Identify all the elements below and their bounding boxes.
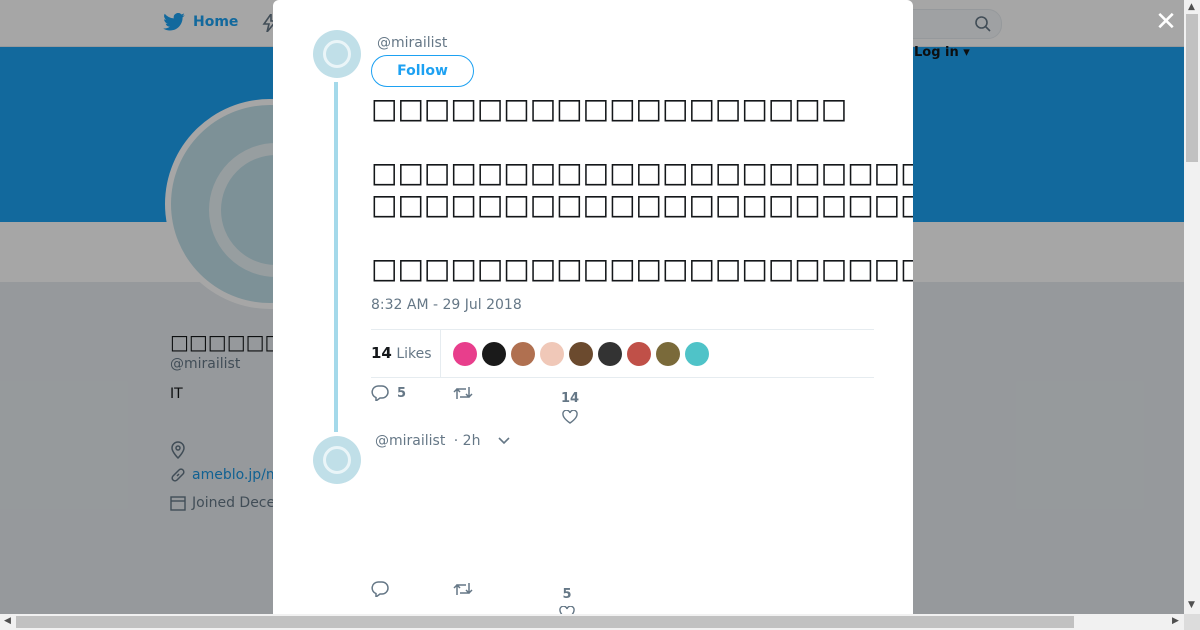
horizontal-scroll-thumb[interactable] [16,616,1074,628]
tweet-author-avatar[interactable] [313,30,361,78]
reply-count: 5 [397,385,407,401]
scrollbar-corner [1184,614,1200,630]
follow-button[interactable]: Follow [371,55,474,87]
liker-avatar[interactable] [453,342,477,366]
reply-age[interactable]: · 2h [454,433,481,449]
liker-avatar[interactable] [569,342,593,366]
liker-avatar[interactable] [685,342,709,366]
reply-like-action[interactable]: 5 [559,587,575,614]
scroll-right-icon[interactable]: ▶ [1172,616,1179,626]
vertical-scrollbar[interactable]: ▲ ▼ [1184,0,1200,614]
liker-avatar[interactable] [656,342,680,366]
tweet-author-handle[interactable]: @mirailist [377,35,447,51]
liker-avatar[interactable] [540,342,564,366]
retweet-action[interactable] [453,385,473,401]
scroll-down-icon[interactable]: ▼ [1188,600,1195,610]
like-action[interactable]: 14 [561,391,579,424]
like-count: 14 [561,391,580,406]
thread-line [334,82,338,432]
horizontal-scrollbar[interactable]: ◀ ▶ [0,614,1184,630]
liker-avatar[interactable] [511,342,535,366]
stats-divider [440,330,441,377]
retweet-icon [453,387,473,399]
reply-like-count: 5 [562,587,572,602]
reply-icon [371,385,389,401]
likes-label: Likes [396,346,432,362]
reply-header: @mirailist · 2h [375,433,511,449]
likes-stat[interactable]: 14 Likes [371,344,432,362]
tweet-timestamp[interactable]: 8:32 AM - 29 Jul 2018 [371,297,522,313]
liker-avatar[interactable] [598,342,622,366]
reply-retweet-action[interactable] [453,581,473,597]
scroll-left-icon[interactable]: ◀ [4,616,11,626]
liker-avatar[interactable] [482,342,506,366]
retweet-icon [453,583,473,595]
tweet-stats: 14 Likes [371,329,874,378]
reply-icon [371,581,389,597]
liker-avatars [453,342,709,366]
reply-author-handle[interactable]: @mirailist [375,433,445,449]
liker-avatar[interactable] [627,342,651,366]
reply-action[interactable]: 5 [371,385,406,401]
heart-icon [559,606,575,614]
reply-author-avatar[interactable] [313,436,361,484]
chevron-down-icon[interactable] [497,436,511,446]
scroll-up-icon[interactable]: ▲ [1188,2,1195,12]
reply-reply-action[interactable] [371,581,389,597]
tweet-modal: @mirailist Follow □□□□□□□□□□□□□□□□□□ □□□… [273,0,913,614]
vertical-scroll-thumb[interactable] [1186,14,1198,162]
heart-icon [562,410,578,424]
tweet-text: □□□□□□□□□□□□□□□□□□ □□□□□□□□□□□□□□□□□□□□□… [371,92,913,285]
close-icon[interactable]: ✕ [1154,9,1178,35]
likes-count: 14 [371,344,392,362]
